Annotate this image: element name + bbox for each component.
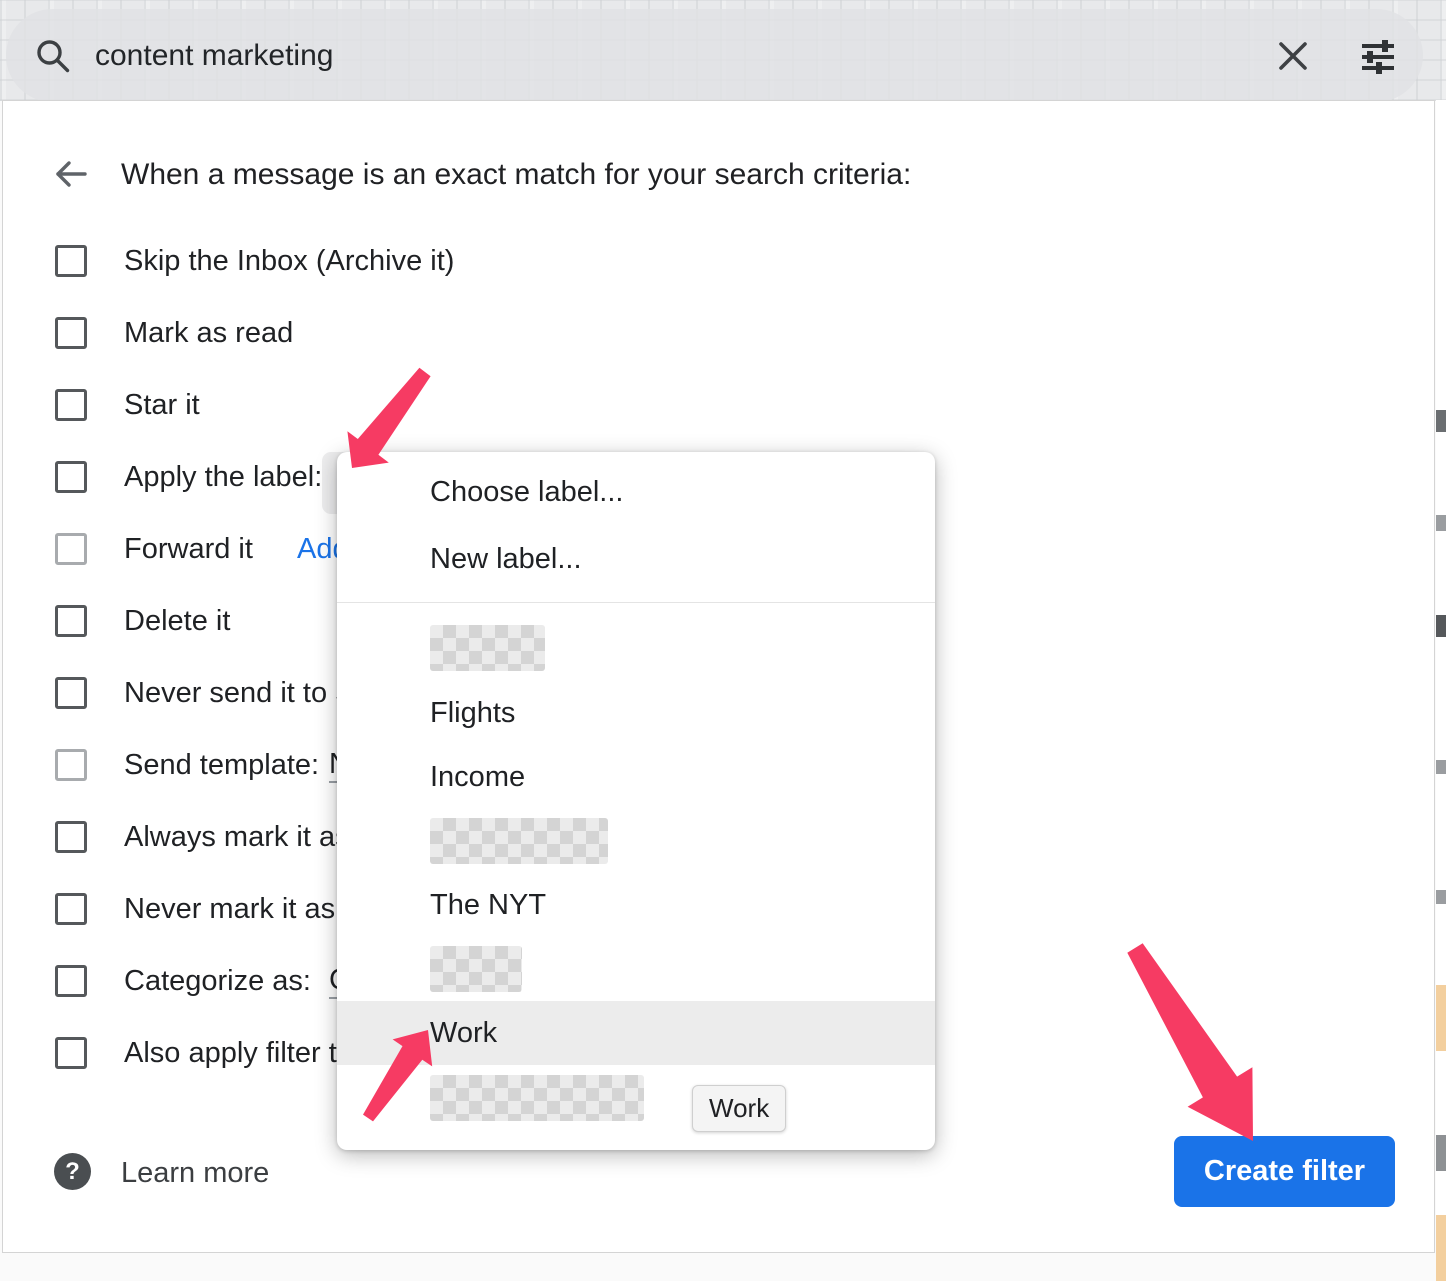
row-label: Never send it to S xyxy=(124,677,355,710)
row-delete-it: Delete it xyxy=(0,585,230,657)
skip-inbox-checkbox[interactable] xyxy=(55,245,87,277)
never-spam-checkbox[interactable] xyxy=(55,677,87,709)
background-text-fragment xyxy=(1436,515,1446,531)
apply-label-checkbox[interactable] xyxy=(55,461,87,493)
row-skip-inbox: Skip the Inbox (Archive it) xyxy=(0,225,454,297)
always-important-checkbox[interactable] xyxy=(55,821,87,853)
row-label: Send template: xyxy=(124,749,319,782)
mark-read-checkbox[interactable] xyxy=(55,317,87,349)
clear-search-icon[interactable] xyxy=(1275,38,1311,74)
redacted-label-item[interactable] xyxy=(430,818,608,864)
menu-divider xyxy=(337,602,935,603)
row-apply-label: Apply the label: xyxy=(0,441,322,513)
background-text-fragment xyxy=(1436,410,1446,432)
row-mark-read: Mark as read xyxy=(0,297,293,369)
categorize-as-checkbox[interactable] xyxy=(55,965,87,997)
search-options-tune-icon[interactable] xyxy=(1359,38,1397,76)
search-input[interactable]: content marketing xyxy=(95,9,333,102)
row-label: Never mark it as i xyxy=(124,893,350,926)
row-label: Star it xyxy=(124,389,200,422)
row-label: Skip the Inbox (Archive it) xyxy=(124,245,454,278)
background-highlight-fragment xyxy=(1436,1215,1446,1281)
menu-item-choose-label[interactable]: Choose label... xyxy=(337,460,935,524)
menu-item-flights[interactable]: Flights xyxy=(337,681,935,745)
background-text-fragment xyxy=(1436,890,1446,904)
menu-item-the-nyt[interactable]: The NYT xyxy=(337,873,935,937)
row-label: Delete it xyxy=(124,605,230,638)
row-send-template: Send template: N xyxy=(0,729,319,801)
row-forward-it: Forward it Add xyxy=(0,513,253,585)
learn-more-link[interactable]: Learn more xyxy=(121,1157,269,1190)
row-categorize-as: Categorize as: C xyxy=(0,945,311,1017)
background-highlight-fragment xyxy=(1436,985,1446,1051)
redacted-label-item[interactable] xyxy=(430,946,522,992)
row-label: Always mark it as xyxy=(124,821,350,854)
menu-item-work[interactable]: Work xyxy=(337,1001,935,1065)
redacted-label-item[interactable] xyxy=(430,625,545,671)
row-never-spam: Never send it to S xyxy=(0,657,355,729)
create-filter-button[interactable]: Create filter xyxy=(1174,1136,1395,1207)
background-page-sliver xyxy=(1436,100,1446,1253)
send-template-checkbox[interactable] xyxy=(55,749,87,781)
row-never-important: Never mark it as i xyxy=(0,873,350,945)
row-also-apply: Also apply filter t xyxy=(0,1017,337,1089)
star-it-checkbox[interactable] xyxy=(55,389,87,421)
row-star-it: Star it xyxy=(0,369,200,441)
forward-it-checkbox[interactable] xyxy=(55,533,87,565)
row-label: Categorize as: xyxy=(124,965,311,998)
menu-item-income[interactable]: Income xyxy=(337,745,935,809)
delete-it-checkbox[interactable] xyxy=(55,605,87,637)
background-text-fragment xyxy=(1436,1135,1446,1171)
row-always-important: Always mark it as xyxy=(0,801,350,873)
back-arrow-icon[interactable] xyxy=(52,155,90,193)
search-bar[interactable]: content marketing xyxy=(6,9,1423,102)
menu-item-new-label[interactable]: New label... xyxy=(337,527,935,591)
panel-heading: When a message is an exact match for you… xyxy=(121,158,911,192)
search-icon xyxy=(34,37,72,75)
row-label: Apply the label: xyxy=(124,461,322,494)
also-apply-checkbox[interactable] xyxy=(55,1037,87,1069)
background-text-fragment xyxy=(1436,760,1446,774)
label-dropdown-menu: Choose label... New label... Flights Inc… xyxy=(337,452,935,1150)
help-question-icon[interactable]: ? xyxy=(54,1153,91,1190)
row-label: Mark as read xyxy=(124,317,293,350)
never-important-checkbox[interactable] xyxy=(55,893,87,925)
row-label: Forward it xyxy=(124,533,253,566)
row-label: Also apply filter t xyxy=(124,1037,337,1070)
background-text-fragment xyxy=(1436,615,1446,637)
work-label-tooltip: Work xyxy=(692,1085,786,1132)
redacted-label-item[interactable] xyxy=(430,1075,644,1121)
